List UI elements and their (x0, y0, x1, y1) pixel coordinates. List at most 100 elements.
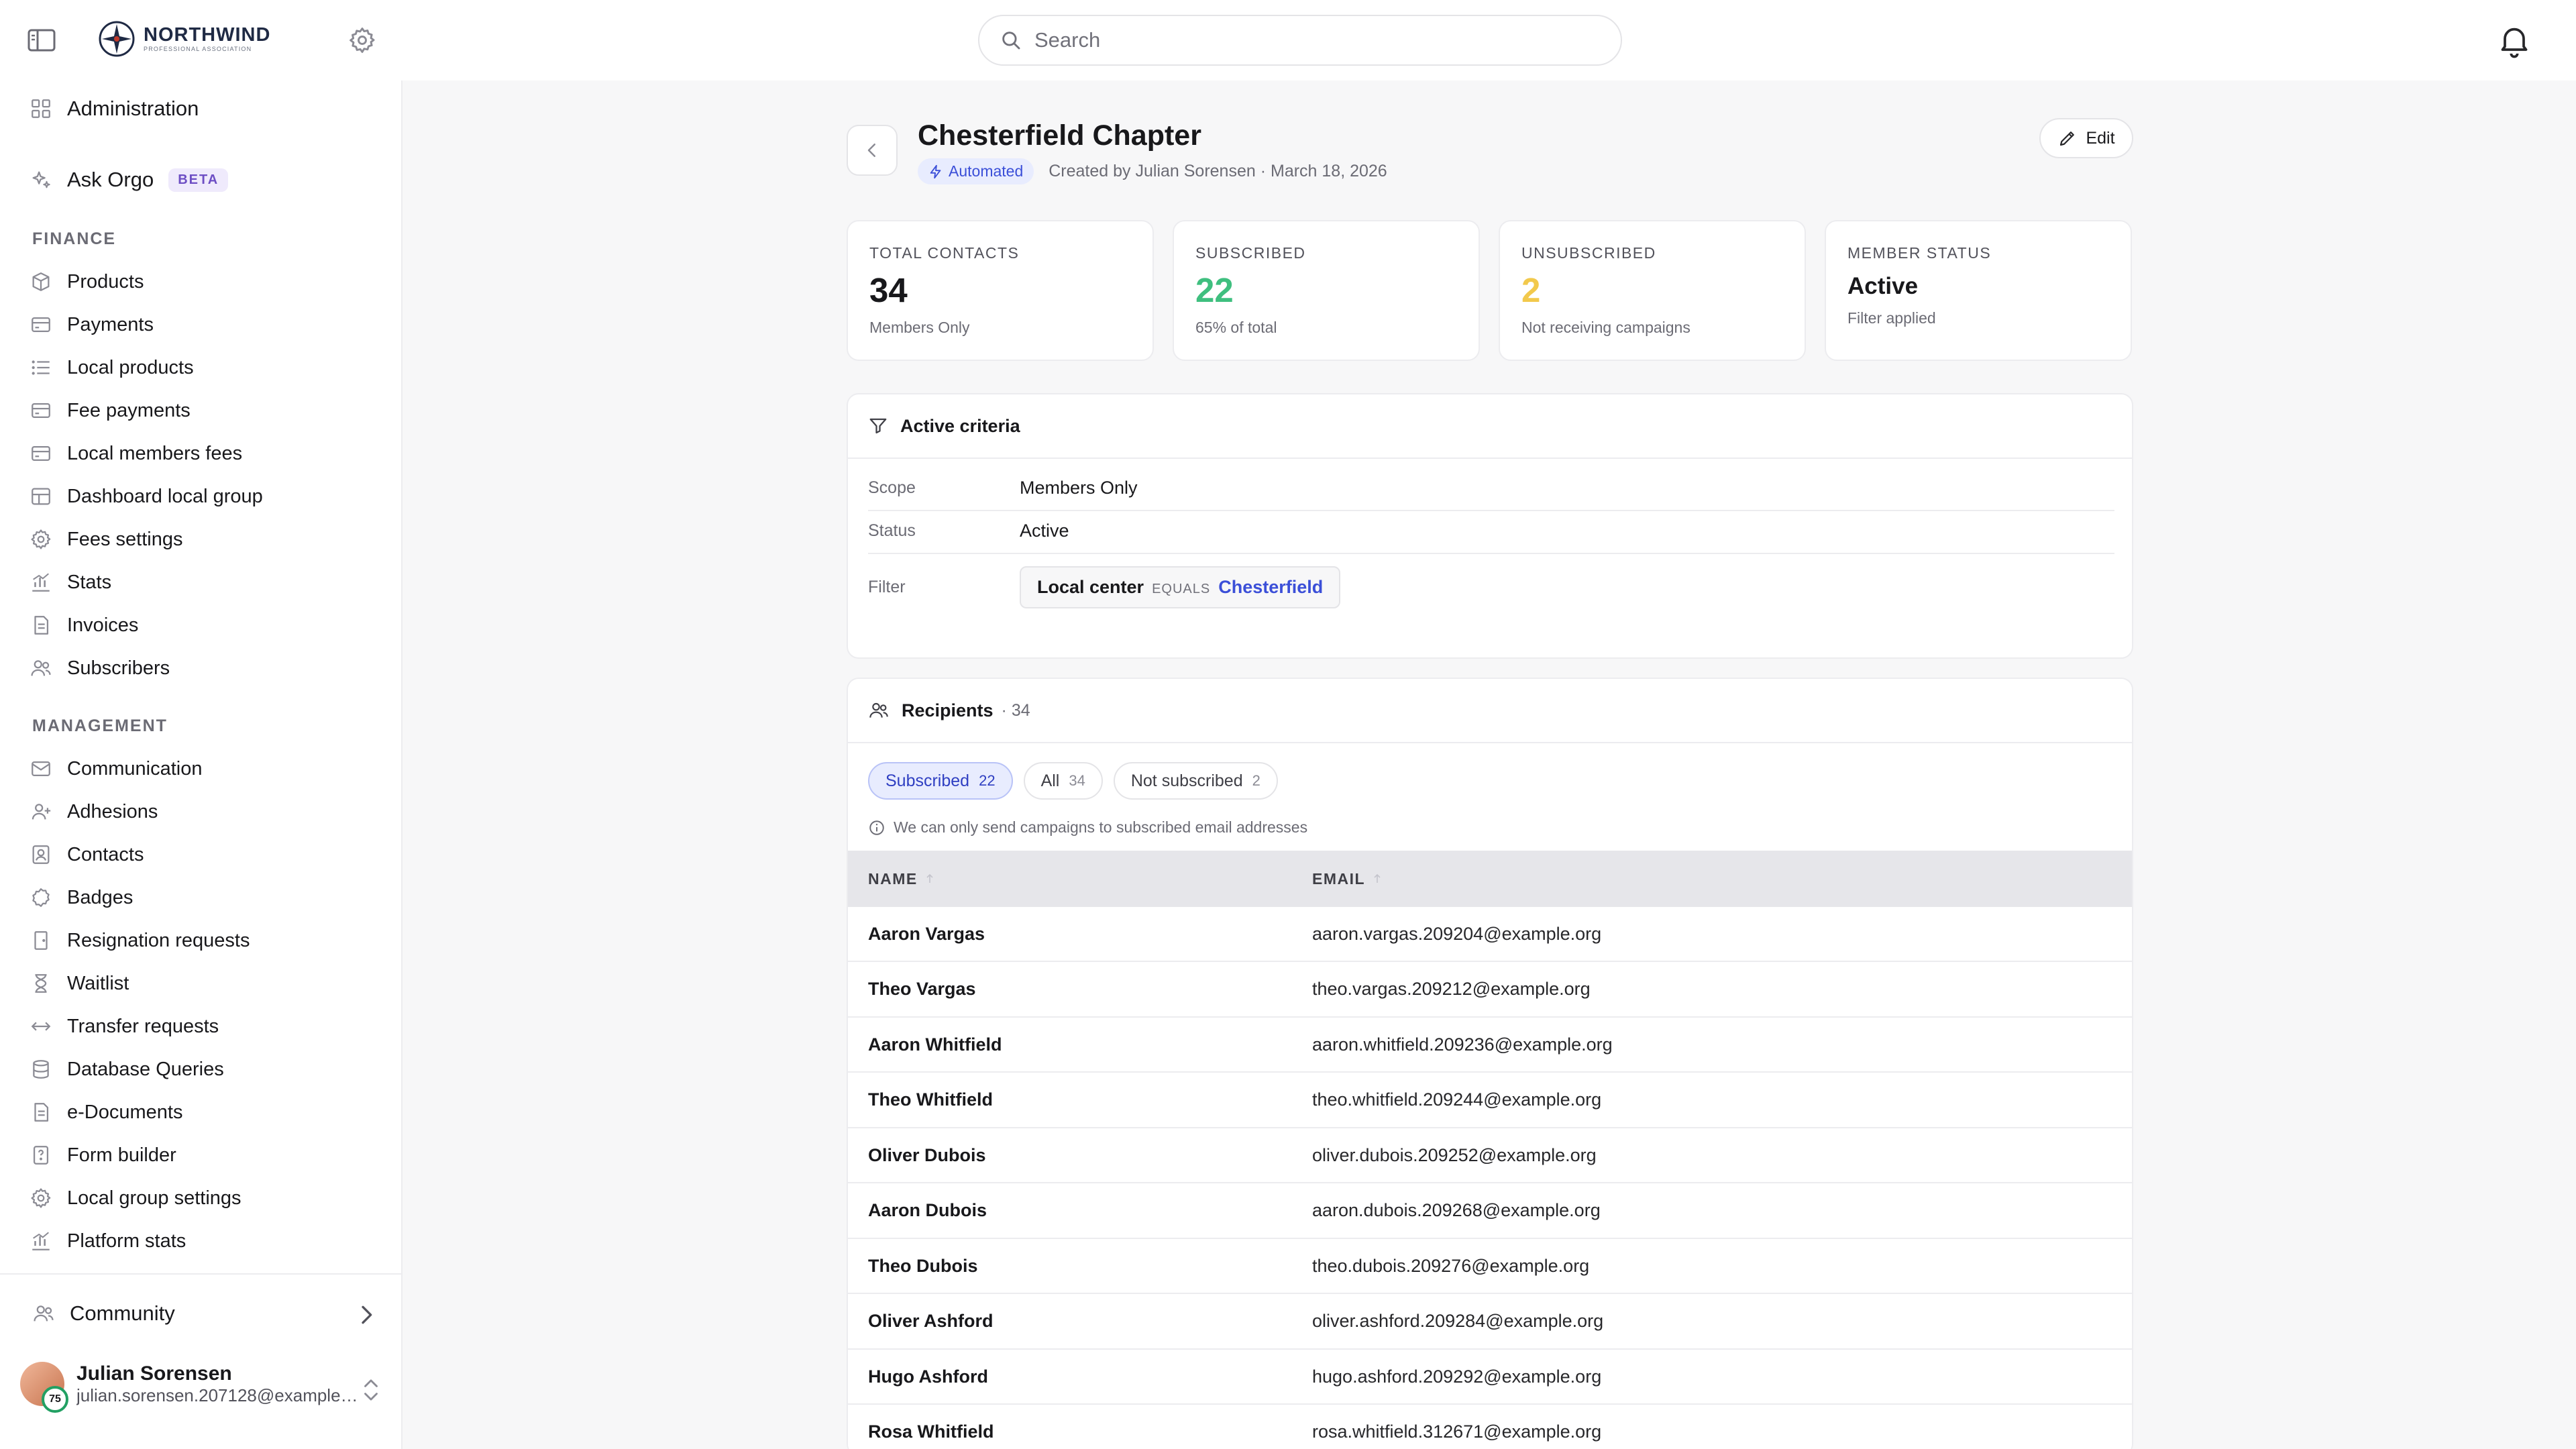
table-row[interactable]: Theo Vargas theo.vargas.209212@example.or… (848, 962, 2132, 1018)
brand-tagline: PROFESSIONAL ASSOCIATION (144, 46, 252, 52)
table-row[interactable]: Oliver Dubois oliver.dubois.209252@exampl… (848, 1128, 2132, 1183)
sidebar-item-waitlist[interactable]: Waitlist (30, 966, 129, 1001)
tab-not-subscribed[interactable]: Not subscribed 2 (1113, 762, 1278, 800)
page-meta: Automated Created by Julian Sorensen · M… (918, 158, 1387, 184)
search-input[interactable] (1034, 28, 1585, 52)
top-bar: NORTHWIND PROFESSIONAL ASSOCIATION (0, 0, 2576, 80)
sidebar-item-products[interactable]: Products (30, 264, 144, 299)
sidebar-item-local-group-settings[interactable]: Local group settings (30, 1181, 241, 1216)
sidebar-item-local-products[interactable]: Local products (30, 350, 194, 385)
sidebar-item-stats[interactable]: Stats (30, 565, 111, 600)
sidebar-item-community[interactable]: Community (32, 1301, 175, 1326)
sidebar-item-fee-payments[interactable]: Fee payments (30, 393, 191, 428)
back-button[interactable] (847, 125, 898, 176)
criteria-key: Status (868, 521, 916, 540)
credit-card-icon (30, 442, 52, 465)
user-menu[interactable]: 75 Julian Sorensen julian.sorensen.20712… (20, 1362, 358, 1413)
tab-label: All (1040, 771, 1060, 790)
sidebar-item-adhesions[interactable]: Adhesions (30, 794, 158, 829)
sidebar-item-transfer-requests[interactable]: Transfer requests (30, 1009, 219, 1044)
tab-all[interactable]: All 34 (1023, 762, 1103, 800)
sidebar-item-dashboard-local-group[interactable]: Dashboard local group (30, 479, 263, 514)
grid-icon (30, 97, 52, 120)
sidebar-item-label: Communication (67, 757, 203, 780)
table-row[interactable]: Aaron Dubois aaron.dubois.209268@example.… (848, 1183, 2132, 1239)
tab-subscribed[interactable]: Subscribed 22 (868, 762, 1013, 800)
sidebar-item-e-documents[interactable]: e-Documents (30, 1095, 182, 1130)
stat-value: 34 (869, 271, 908, 309)
table-row[interactable]: Aaron Vargas aaron.vargas.209204@example.… (848, 907, 2132, 962)
sidebar-item-contacts[interactable]: Contacts (30, 837, 144, 872)
bar-chart-icon (30, 571, 52, 594)
settings-gear-icon[interactable] (347, 25, 377, 55)
subscription-note: We can only send campaigns to subscribed… (868, 818, 1307, 837)
stat-card-member-status: MEMBER STATUS Active Filter applied (1825, 220, 2132, 361)
recipient-email: oliver.dubois.209252@example.org (1312, 1144, 1597, 1165)
filter-chip[interactable]: Local center EQUALS Chesterfield (1020, 566, 1341, 608)
sidebar-item-label: Invoices (67, 614, 139, 636)
sidebar-item-label: Stats (67, 571, 112, 593)
sidebar: Administration Ask Orgo BETA FINANCE Pro… (0, 80, 402, 1449)
sidebar-item-communication[interactable]: Communication (30, 751, 202, 786)
recipient-name: Aaron Whitfield (868, 1034, 1002, 1055)
table-row[interactable]: Hugo Ashford hugo.ashford.209292@example.… (848, 1350, 2132, 1405)
sidebar-item-platform-stats[interactable]: Platform stats (30, 1224, 186, 1258)
table-row[interactable]: Theo Whitfield theo.whitfield.209244@exam… (848, 1073, 2132, 1128)
recipient-name: Theo Vargas (868, 979, 976, 999)
table-icon (30, 485, 52, 508)
sidebar-item-invoices[interactable]: Invoices (30, 608, 138, 643)
sparkle-icon (30, 168, 52, 191)
users-icon (30, 657, 52, 680)
column-header-email[interactable]: EMAIL (1312, 870, 1383, 888)
recipient-email: theo.vargas.209212@example.org (1312, 979, 1591, 999)
active-criteria-header: Active criteria (848, 394, 2132, 459)
active-criteria-card: Active criteria Scope Members Only Statu… (847, 393, 2133, 659)
sidebar-item-form-builder[interactable]: Form builder (30, 1138, 176, 1173)
tab-count: 2 (1252, 772, 1260, 789)
column-header-name[interactable]: NAME (868, 870, 935, 888)
table-row[interactable]: Aaron Whitfield aaron.whitfield.209236@ex… (848, 1018, 2132, 1073)
table-row[interactable]: Rosa Whitfield rosa.whitfield.312671@exam… (848, 1405, 2132, 1449)
sidebar-toggle-icon[interactable] (27, 27, 56, 54)
finance-section-title: FINANCE (32, 229, 117, 248)
recipient-name: Theo Whitfield (868, 1089, 993, 1110)
notifications-bell-icon[interactable] (2496, 21, 2533, 59)
sidebar-item-label: Dashboard local group (67, 485, 263, 507)
sidebar-item-label: Local products (67, 356, 194, 378)
sidebar-item-label: Platform stats (67, 1230, 186, 1252)
table-row[interactable]: Oliver Ashford oliver.ashford.209284@exam… (848, 1294, 2132, 1350)
stat-label: SUBSCRIBED (1195, 244, 1306, 262)
sidebar-item-label: Subscribers (67, 657, 170, 679)
sidebar-item-label: Fees settings (67, 528, 183, 550)
created-by-text: Created by Julian Sorensen · March 18, 2… (1049, 162, 1387, 180)
beta-badge: BETA (168, 168, 229, 192)
sidebar-item-payments[interactable]: Payments (30, 307, 154, 342)
table-row[interactable]: Theo Dubois theo.dubois.209276@example.or… (848, 1239, 2132, 1294)
search-bar[interactable] (978, 15, 1622, 66)
filter-field: Local center (1037, 577, 1144, 597)
sidebar-item-badges[interactable]: Badges (30, 880, 133, 915)
edit-button[interactable]: Edit (2039, 118, 2133, 158)
stat-value: Active (1847, 273, 1919, 299)
recipient-email: theo.whitfield.209244@example.org (1312, 1089, 1602, 1110)
compass-logo-icon (98, 20, 136, 58)
chevron-right-icon[interactable] (353, 1301, 380, 1328)
sidebar-item-label: Badges (67, 886, 133, 908)
sidebar-item-subscribers[interactable]: Subscribers (30, 651, 170, 686)
brand-logo[interactable]: NORTHWIND PROFESSIONAL ASSOCIATION (98, 20, 270, 58)
door-icon (30, 929, 52, 952)
column-header-label: NAME (868, 869, 918, 888)
chevrons-up-down-icon[interactable] (360, 1375, 382, 1405)
document-icon (30, 1101, 52, 1124)
chevron-left-icon (862, 140, 882, 160)
sidebar-item-fees-settings[interactable]: Fees settings (30, 522, 182, 557)
sidebar-item-resignation-requests[interactable]: Resignation requests (30, 923, 250, 958)
sidebar-item-ask-orgo[interactable]: Ask Orgo BETA (30, 168, 229, 192)
sidebar-item-administration[interactable]: Administration (30, 97, 199, 121)
sidebar-item-label: Local members fees (67, 442, 243, 464)
user-plus-icon (30, 800, 52, 823)
recipient-email: oliver.ashford.209284@example.org (1312, 1311, 1604, 1331)
recipient-email: hugo.ashford.209292@example.org (1312, 1366, 1602, 1387)
sidebar-item-database-queries[interactable]: Database Queries (30, 1052, 224, 1087)
sidebar-item-local-members-fees[interactable]: Local members fees (30, 436, 242, 471)
